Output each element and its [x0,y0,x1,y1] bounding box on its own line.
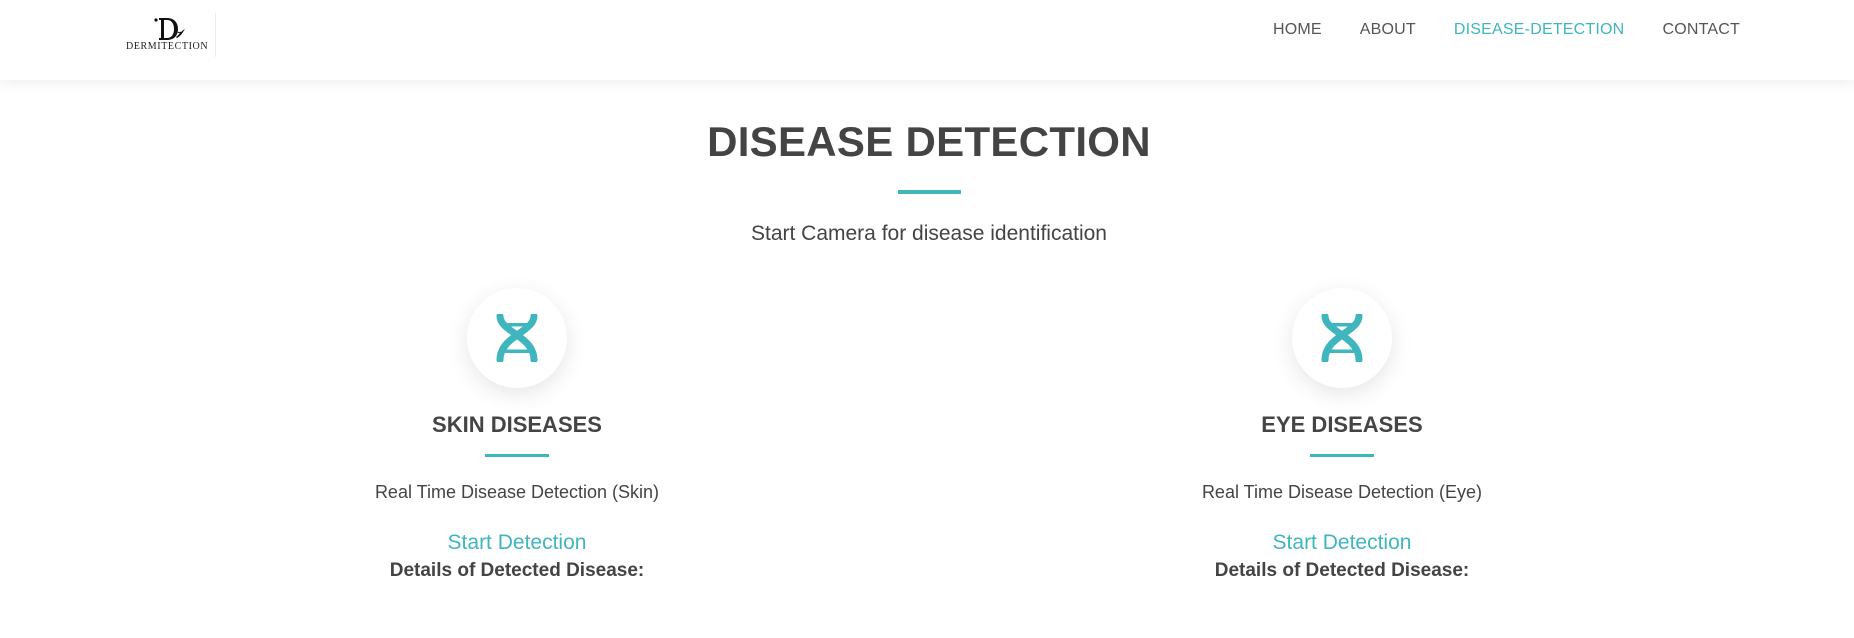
logo[interactable]: DERMITECTION [126,13,216,57]
title-underline [898,190,961,194]
nav-contact[interactable]: CONTACT [1662,21,1740,39]
logo-mark-icon [154,18,185,40]
eye-diseases-card: EYE DISEASES Real Time Disease Detection… [1132,288,1552,608]
skin-details-label: Details of Detected Disease: [389,560,645,581]
eye-details-label: Details of Detected Disease: [1214,560,1470,581]
page-subtitle: Start Camera for disease identification [750,222,1107,245]
main-nav: HOME ABOUT DISEASE-DETECTION CONTACT [1273,0,1740,60]
nav-about[interactable]: ABOUT [1360,21,1416,39]
nav-home[interactable]: HOME [1273,21,1322,39]
skin-start-detection-link[interactable]: Start Detection [307,531,727,555]
skin-card-underline [485,454,549,457]
eye-start-detection-link[interactable]: Start Detection [1132,531,1552,555]
skin-card-title: SKIN DISEASES [432,412,602,437]
nav-disease-detection[interactable]: DISEASE-DETECTION [1454,21,1625,39]
skin-diseases-card: SKIN DISEASES Real Time Disease Detectio… [307,288,727,608]
dna-icon [1321,314,1363,362]
eye-card-underline [1310,454,1374,457]
eye-icon-circle [1292,288,1392,388]
dna-icon [496,314,538,362]
skin-icon-circle [467,288,567,388]
skin-card-description: Real Time Disease Detection (Skin) [374,482,660,502]
eye-card-description: Real Time Disease Detection (Eye) [1201,482,1483,502]
logo-text: DERMITECTION [126,41,209,52]
site-header: DERMITECTION HOME ABOUT DISEASE-DETECTIO… [0,0,1854,80]
page-title: DISEASE DETECTION [707,118,1151,165]
eye-card-title: EYE DISEASES [1261,412,1423,437]
